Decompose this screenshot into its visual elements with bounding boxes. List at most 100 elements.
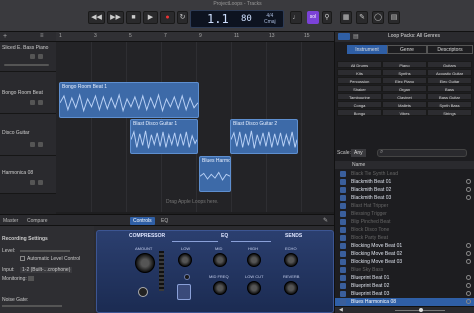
audio-region[interactable]: Blast Disco Guitar 2 — [230, 119, 298, 154]
loop-item[interactable]: Blueprint Beat 02 — [335, 282, 474, 290]
global-tracks-icon[interactable]: ≡ — [40, 33, 44, 39]
mute-button[interactable] — [30, 180, 35, 185]
scale-select[interactable]: Any — [351, 149, 366, 157]
play-button[interactable]: ▶ — [143, 11, 158, 24]
controls-tab[interactable]: Controls — [130, 217, 155, 225]
solo-button[interactable] — [38, 100, 43, 105]
loop-item[interactable]: Block Disco Tone — [335, 226, 474, 234]
record-button[interactable]: ● — [160, 11, 175, 24]
loop-item[interactable]: Blueprint Beat 01 — [335, 274, 474, 282]
echo-knob[interactable] — [284, 253, 298, 267]
solo-button[interactable] — [38, 142, 43, 147]
amount-knob[interactable] — [135, 253, 155, 273]
loop-item[interactable]: Blocking Move Beat 01 — [335, 242, 474, 250]
speaker-icon[interactable]: ◀ — [339, 307, 343, 313]
keyword-button[interactable]: Clavinet — [382, 93, 427, 100]
loop-packs-selector[interactable]: Loop Packs: All Genres — [388, 33, 440, 39]
keyword-button[interactable]: Acoustic Guitar — [427, 69, 472, 76]
descriptors-segment[interactable]: Descriptors — [427, 45, 473, 54]
eq-switch[interactable] — [184, 274, 190, 280]
track-header-4[interactable]: Harmonica 08 — [0, 156, 56, 194]
loop-item[interactable]: Blessing Trigger — [335, 210, 474, 218]
mute-button[interactable] — [30, 142, 35, 147]
tuner-button[interactable]: ♩ — [290, 11, 302, 24]
keyword-button[interactable]: Synths — [382, 69, 427, 76]
loop-item[interactable]: Blue Sky Bass — [335, 266, 474, 274]
count-in-button[interactable]: sol — [307, 11, 319, 24]
solo-button[interactable] — [38, 54, 43, 59]
notepad-icon[interactable]: ✎ — [356, 11, 368, 24]
mute-button[interactable] — [30, 54, 35, 59]
input-select[interactable]: 1-2 (Built-...crophone) — [20, 267, 73, 273]
audio-region[interactable]: Blast Disco Guitar 1 — [130, 119, 198, 154]
keyword-button[interactable]: Bass Guitar — [427, 93, 472, 100]
reverb-knob[interactable] — [284, 281, 298, 295]
keyword-button[interactable]: Shaker — [337, 85, 382, 92]
noise-gate-slider[interactable] — [2, 305, 62, 307]
track-header-1[interactable]: Sliced E. Bass Piano — [0, 42, 56, 72]
preview-volume-knob[interactable] — [419, 308, 423, 312]
keyword-button[interactable]: Tambourine — [337, 93, 382, 100]
high-knob[interactable] — [247, 253, 261, 267]
timeline-ruler[interactable]: 1 3 5 7 9 11 13 15 — [56, 32, 334, 42]
keyword-button[interactable]: Elec Guitar — [427, 77, 472, 84]
keyword-button[interactable]: Organ — [382, 85, 427, 92]
audio-region[interactable]: Blues Harmo — [199, 156, 231, 192]
auto-level-checkbox[interactable] — [20, 256, 25, 261]
keyword-button[interactable]: Percussion — [337, 77, 382, 84]
lcd-display[interactable]: 1.1 80 4/4 Cmaj — [190, 10, 284, 28]
keyword-button[interactable]: Mallets — [382, 101, 427, 108]
mid-freq-knob[interactable] — [213, 281, 227, 295]
loop-item[interactable]: Blueprint Beat 03 — [335, 290, 474, 298]
low-knob[interactable] — [178, 253, 192, 267]
track-header-3[interactable]: Disco Guitar — [0, 114, 56, 156]
volume-slider[interactable] — [4, 64, 49, 66]
keyword-button[interactable]: Bongo — [337, 109, 382, 116]
low-cut-knob[interactable] — [247, 281, 261, 295]
library-icon[interactable]: ▦ — [340, 11, 352, 24]
solo-button[interactable] — [38, 180, 43, 185]
loop-item[interactable]: Blocking Move Beat 03 — [335, 258, 474, 266]
loop-item[interactable]: Blocking Move Beat 02 — [335, 250, 474, 258]
keyword-button[interactable]: Synth Bass — [427, 101, 472, 108]
eq-tab[interactable]: EQ — [158, 217, 171, 225]
keyword-button[interactable]: Bass — [427, 85, 472, 92]
add-track-icon[interactable]: + — [3, 33, 7, 40]
monitoring-button[interactable] — [28, 276, 34, 281]
loop-search-field[interactable] — [377, 149, 467, 157]
keyword-button[interactable]: Guitars — [427, 61, 472, 68]
loop-item[interactable]: Blast Hat Tripper — [335, 202, 474, 210]
loop-browser-icon[interactable]: ◯ — [372, 11, 384, 24]
keyword-button[interactable]: Strings — [427, 109, 472, 116]
keyword-button[interactable]: Kits — [337, 69, 382, 76]
master-tab[interactable]: Master — [0, 217, 21, 225]
loops-tab-icon[interactable] — [338, 33, 350, 40]
media-browser-icon[interactable]: ▤ — [388, 11, 400, 24]
edit-icon[interactable]: ✎ — [323, 217, 328, 224]
loop-item[interactable]: Blackmith Beat 03 — [335, 194, 474, 202]
loop-item[interactable]: Block Party Beat — [335, 234, 474, 242]
cycle-button[interactable]: ↻ — [177, 11, 188, 24]
loop-item[interactable]: Blackmith Beat 02 — [335, 186, 474, 194]
tracks-area[interactable]: Bongo Room Beat 1 Blast Disco Guitar 1 B… — [56, 42, 334, 212]
keyword-button[interactable]: Vibes — [382, 109, 427, 116]
audio-region[interactable]: Bongo Room Beat 1 — [59, 82, 199, 118]
genre-segment[interactable]: Genre — [387, 45, 427, 54]
level-slider[interactable] — [20, 250, 70, 252]
instrument-segment[interactable]: Instrument — [347, 45, 387, 54]
files-tab-icon[interactable]: ▤ — [353, 33, 359, 40]
metronome-icon[interactable]: ⚲ — [322, 11, 332, 24]
stop-button[interactable]: ■ — [126, 11, 141, 24]
keyword-button[interactable]: Elec Piano — [382, 77, 427, 84]
compare-button[interactable]: Compare — [24, 217, 51, 225]
keyword-button[interactable]: All Drums — [337, 61, 382, 68]
track-header-2[interactable]: Bongo Room Beat — [0, 72, 56, 114]
mid-knob[interactable] — [213, 253, 227, 267]
mute-button[interactable] — [30, 100, 35, 105]
amp-selector[interactable] — [177, 284, 191, 300]
loop-item[interactable]: Black Tie Synth Lead — [335, 170, 474, 178]
loop-list-header[interactable]: Name — [335, 161, 474, 169]
keyword-button[interactable]: Piano — [382, 61, 427, 68]
fast-forward-button[interactable]: ▶▶ — [107, 11, 124, 24]
loop-item-selected[interactable]: Blues Harmonica 08 — [335, 298, 474, 306]
